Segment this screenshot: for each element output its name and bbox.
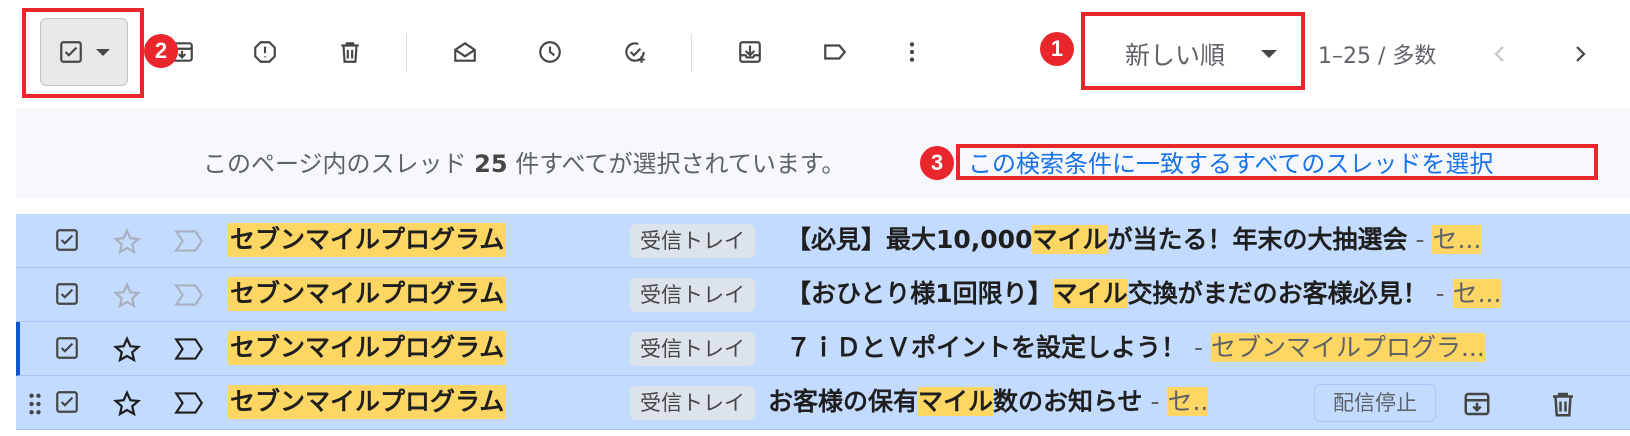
unsubscribe-button[interactable]: 配信停止 bbox=[1314, 384, 1436, 422]
toolbar-divider bbox=[406, 34, 407, 72]
table-row[interactable]: セブンマイルプログラム 受信トレイ ７ｉＤとＶポイントを設定しよう！ - セブン… bbox=[16, 322, 1630, 376]
subject-text: 【おひとり様1回限り】 bbox=[786, 279, 1053, 308]
email-snippet: セ... bbox=[1452, 279, 1502, 308]
subject-text: お客様の保有 bbox=[768, 387, 919, 416]
selection-message: このページ内のスレッド 25 件すべてが選択されています。 bbox=[203, 144, 845, 179]
subject-text: ７ｉＤとＶポイントを設定しよう！ bbox=[786, 333, 1187, 362]
snippet-separator: - bbox=[1142, 387, 1168, 416]
importance-marker-icon[interactable] bbox=[173, 228, 205, 254]
email-snippet: セブンマイルプログラ... bbox=[1210, 333, 1485, 362]
importance-marker-icon[interactable] bbox=[173, 282, 205, 308]
table-row[interactable]: セブンマイルプログラム 受信トレイ 【おひとり様1回限り】マイル交換がまだのお客… bbox=[16, 268, 1630, 322]
label-chip[interactable]: 受信トレイ bbox=[630, 332, 755, 366]
move-to-button[interactable] bbox=[730, 32, 770, 72]
delete-button[interactable] bbox=[330, 32, 370, 72]
snooze-button[interactable] bbox=[530, 32, 570, 72]
star-icon[interactable] bbox=[112, 335, 142, 365]
sender-name: セブンマイルプログラム bbox=[228, 331, 507, 365]
more-options-button[interactable] bbox=[892, 32, 932, 72]
subject-highlight: マイル bbox=[1052, 279, 1128, 308]
toolbar: 新しい順 1–25 / 多数 bbox=[0, 0, 1630, 104]
email-subject: お客様の保有マイル数のお知らせ - セ.. bbox=[768, 385, 1209, 419]
trash-icon bbox=[341, 42, 359, 63]
subject-highlight: マイル bbox=[1032, 225, 1108, 254]
drag-handle-icon[interactable] bbox=[28, 393, 42, 415]
email-subject: 【必見】最大10,000マイルが当たる！年末の大抽選会 - セ... bbox=[786, 223, 1482, 257]
sender-name: セブンマイルプログラム bbox=[228, 385, 507, 419]
label-chip[interactable]: 受信トレイ bbox=[630, 224, 755, 258]
subject-text: 【必見】最大10,000 bbox=[786, 225, 1033, 254]
annotation-box-select-all-link bbox=[956, 144, 1598, 180]
annotation-box-sort bbox=[1081, 12, 1305, 90]
trash-icon[interactable] bbox=[1548, 389, 1578, 419]
table-row[interactable]: セブンマイルプログラム 受信トレイ お客様の保有マイル数のお知らせ - セ.. … bbox=[16, 376, 1630, 430]
move-to-icon bbox=[739, 41, 761, 63]
open-envelope-icon bbox=[454, 42, 476, 62]
chevron-right-icon bbox=[1576, 46, 1586, 62]
older-page-button[interactable] bbox=[1560, 34, 1600, 74]
label-icon bbox=[824, 44, 847, 60]
email-subject: ７ｉＤとＶポイントを設定しよう！ - セブンマイルプログラ... bbox=[786, 331, 1485, 365]
labels-button[interactable] bbox=[815, 32, 855, 72]
snippet-separator: - bbox=[1186, 333, 1211, 362]
snippet-separator: - bbox=[1427, 279, 1453, 308]
email-snippet: セ.. bbox=[1167, 387, 1209, 416]
checkbox-checked-icon[interactable] bbox=[54, 227, 80, 253]
newer-page-button[interactable] bbox=[1480, 34, 1520, 74]
email-subject: 【おひとり様1回限り】マイル交換がまだのお客様必見！ - セ... bbox=[786, 277, 1502, 311]
clock-icon bbox=[539, 41, 561, 63]
sender-name: セブンマイルプログラム bbox=[228, 223, 507, 257]
archive-icon[interactable] bbox=[1462, 389, 1492, 419]
annotation-badge-2: 2 bbox=[144, 34, 178, 68]
label-chip[interactable]: 受信トレイ bbox=[630, 278, 755, 312]
checkbox-checked-icon[interactable] bbox=[54, 281, 80, 307]
label-chip[interactable]: 受信トレイ bbox=[630, 386, 755, 420]
checkbox-checked-icon[interactable] bbox=[54, 389, 80, 415]
star-icon[interactable] bbox=[112, 389, 142, 419]
sender-name: セブンマイルプログラム bbox=[228, 277, 507, 311]
report-spam-icon bbox=[254, 41, 276, 63]
add-task-icon bbox=[625, 42, 645, 63]
add-to-tasks-button[interactable] bbox=[615, 32, 655, 72]
subject-text: が当たる！年末の大抽選会 bbox=[1107, 225, 1408, 254]
annotation-box-select bbox=[22, 8, 144, 98]
page-range: 1–25 / 多数 bbox=[1318, 44, 1437, 69]
selection-count: 25 bbox=[474, 150, 508, 178]
star-icon[interactable] bbox=[112, 227, 142, 257]
toolbar-divider bbox=[691, 34, 692, 72]
subject-text: 交換がまだのお客様必見！ bbox=[1127, 279, 1428, 308]
mark-as-read-button[interactable] bbox=[445, 32, 485, 72]
subject-text: 数のお知らせ bbox=[993, 387, 1143, 416]
report-spam-button[interactable] bbox=[245, 32, 285, 72]
selection-message-suffix: 件すべてが選択されています。 bbox=[507, 150, 846, 178]
more-vert-icon bbox=[909, 42, 915, 62]
email-snippet: セ... bbox=[1432, 225, 1482, 254]
importance-marker-icon[interactable] bbox=[173, 336, 205, 362]
annotation-badge-3: 3 bbox=[920, 146, 954, 180]
snippet-separator: - bbox=[1407, 225, 1433, 254]
checkbox-checked-icon[interactable] bbox=[54, 335, 80, 361]
table-row[interactable]: セブンマイルプログラム 受信トレイ 【必見】最大10,000マイルが当たる！年末… bbox=[16, 214, 1630, 268]
chevron-left-icon bbox=[1494, 46, 1504, 62]
subject-highlight: マイル bbox=[918, 387, 994, 416]
importance-marker-icon[interactable] bbox=[173, 390, 205, 416]
annotation-badge-1: 1 bbox=[1040, 32, 1074, 66]
star-icon[interactable] bbox=[112, 281, 142, 311]
selection-message-prefix: このページ内のスレッド bbox=[203, 150, 475, 178]
